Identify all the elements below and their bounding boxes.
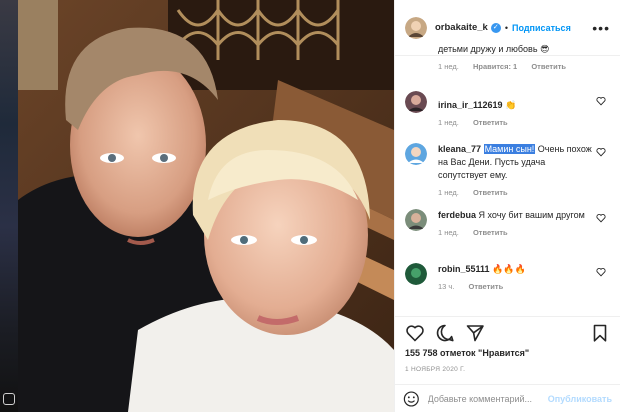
reply-button[interactable]: Ответить [531, 62, 566, 71]
comment-item: irina_ir_112619 👏 1 нед. Ответить [395, 85, 620, 135]
comment-meta: 1 нед. Нравится: 1 Ответить [438, 62, 592, 71]
commenter-username[interactable]: kleana_77 [438, 144, 481, 154]
comment-input[interactable] [427, 393, 548, 404]
comment-time: 1 нед. [438, 118, 459, 127]
commenter-username[interactable]: ferdebua [438, 210, 476, 220]
emoji-picker-icon[interactable] [403, 390, 420, 408]
comment-item: robin_55111 🔥🔥🔥 13 ч. Ответить [395, 259, 620, 307]
comment-item: ferdebua Я хочу бит вашим другом 1 нед. … [395, 201, 620, 259]
reply-button[interactable]: Ответить [473, 188, 508, 197]
comment-likes-link[interactable]: Нравится: 1 [473, 62, 517, 71]
comment-emoji: 👏 [505, 100, 517, 110]
publish-button[interactable]: Опубликовать [548, 394, 612, 404]
comment-bubble-icon[interactable] [435, 323, 455, 343]
commenter-avatar[interactable] [405, 263, 427, 285]
like-comment-heart-icon[interactable] [596, 96, 606, 106]
highlighted-text: Мамин сын! [483, 144, 536, 154]
post-actions-bar [395, 316, 620, 348]
likes-count[interactable]: 155 758 отметок "Нравится" [405, 348, 529, 358]
reply-button[interactable]: Ответить [469, 282, 504, 291]
comment-item: детьми дружу и любовь 😎 1 нед. Нравится:… [395, 33, 620, 85]
post-side-panel: orbakaite_k ✓ • Подписаться ••• детьми д… [394, 0, 620, 412]
comment-meta: 1 нед. Ответить [438, 228, 592, 237]
post-photo [18, 0, 394, 412]
save-bookmark-icon[interactable] [590, 323, 610, 343]
commenter-avatar[interactable] [405, 91, 427, 113]
comment-text: irina_ir_112619 👏 [438, 99, 592, 112]
background-page-strip [0, 0, 18, 412]
comment-meta: 13 ч. Ответить [438, 282, 592, 291]
comment-time: 1 нед. [438, 188, 459, 197]
comment-emoji: 🔥🔥🔥 [492, 264, 526, 274]
commenter-avatar[interactable] [405, 143, 427, 165]
comment-meta: 1 нед. Ответить [438, 188, 592, 197]
post-date: 1 НОЯБРЯ 2020 Г. [405, 366, 466, 373]
comment-item: kleana_77 Мамин сын! Очень похож на Вас … [395, 135, 620, 201]
commenter-avatar[interactable] [405, 209, 427, 231]
commenter-username[interactable]: irina_ir_112619 [438, 100, 503, 110]
header-separator: • [504, 22, 508, 33]
comment-text: ferdebua Я хочу бит вашим другом [438, 210, 585, 220]
like-comment-heart-icon[interactable] [596, 147, 606, 157]
verified-badge-icon: ✓ [490, 22, 501, 33]
add-comment-bar: Опубликовать [395, 384, 620, 412]
like-heart-icon[interactable] [405, 323, 425, 343]
comment-text: robin_55111 🔥🔥🔥 [438, 263, 592, 276]
share-send-icon[interactable] [465, 323, 485, 343]
author-username[interactable]: orbakaite_k [435, 22, 488, 33]
comment-time: 13 ч. [438, 282, 455, 291]
background-profile-icon [3, 393, 15, 405]
reply-button[interactable]: Ответить [473, 118, 508, 127]
like-comment-heart-icon[interactable] [596, 267, 606, 277]
commenter-username[interactable]: robin_55111 [438, 264, 490, 274]
comment-meta: 1 нед. Ответить [438, 118, 592, 127]
comment-time: 1 нед. [438, 228, 459, 237]
comments-list[interactable]: детьми дружу и любовь 😎 1 нед. Нравится:… [395, 33, 620, 316]
comment-text: детьми дружу и любовь 😎 [438, 44, 550, 54]
comment-emoji: 😎 [540, 44, 550, 54]
follow-button[interactable]: Подписаться [512, 23, 571, 33]
instagram-post-modal: orbakaite_k ✓ • Подписаться ••• детьми д… [0, 0, 620, 412]
comment-text: kleana_77 Мамин сын! Очень похож на Вас … [438, 144, 592, 180]
like-comment-heart-icon[interactable] [596, 213, 606, 223]
reply-button[interactable]: Ответить [473, 228, 508, 237]
comment-time: 1 нед. [438, 62, 459, 71]
